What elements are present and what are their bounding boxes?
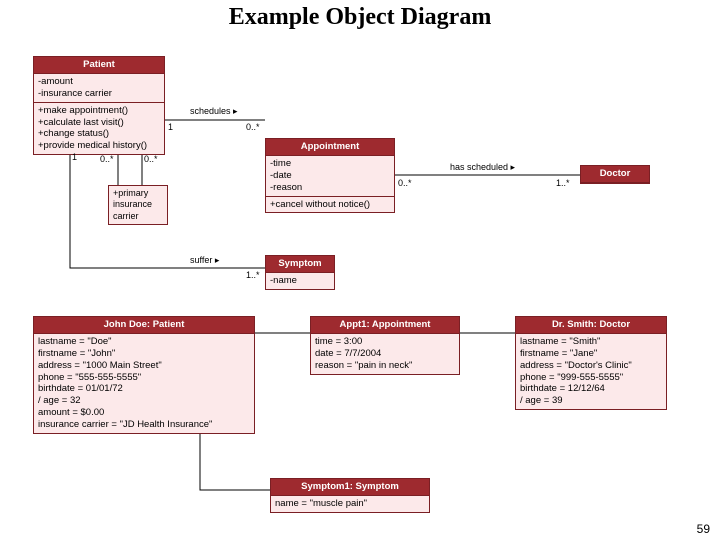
object-appt1-slots: time = 3:00 date = 7/7/2004 reason = "pa… [311, 334, 459, 374]
class-doctor: Doctor [580, 165, 650, 184]
object-symptom1-name: Symptom1: Symptom [271, 479, 429, 496]
class-appointment-name: Appointment [266, 139, 394, 156]
page-title: Example Object Diagram [0, 4, 720, 31]
class-symptom-name: Symptom [266, 256, 334, 273]
mult-primary-left: 0..* [100, 154, 114, 164]
insurance-carrier-box: +primary insurance carrier [108, 185, 168, 225]
mult-has-scheduled-right: 1..* [556, 178, 570, 188]
object-john-doe-slots: lastname = "Doe" firstname = "John" addr… [34, 334, 254, 433]
assoc-has-scheduled: has scheduled ▸ [450, 162, 515, 173]
page-number: 59 [697, 522, 710, 536]
class-doctor-name: Doctor [581, 166, 649, 183]
class-patient-ops: +make appointment() +calculate last visi… [34, 102, 164, 155]
class-appointment: Appointment -time -date -reason +cancel … [265, 138, 395, 213]
object-appt1-name: Appt1: Appointment [311, 317, 459, 334]
mult-schedules-left: 1 [168, 122, 173, 132]
insurance-carrier-label: +primary insurance carrier [113, 188, 163, 222]
object-dr-smith-slots: lastname = "Smith" firstname = "Jane" ad… [516, 334, 666, 409]
class-patient-name: Patient [34, 57, 164, 74]
class-symptom: Symptom -name [265, 255, 335, 290]
class-symptom-attrs: -name [266, 273, 334, 289]
assoc-schedules: schedules ▸ [190, 106, 238, 117]
mult-primary-right: 0..* [144, 154, 158, 164]
mult-suffer-top: 1 [72, 152, 77, 162]
object-symptom1: Symptom1: Symptom name = "muscle pain" [270, 478, 430, 513]
mult-suffer-right: 1..* [246, 270, 260, 280]
object-dr-smith: Dr. Smith: Doctor lastname = "Smith" fir… [515, 316, 667, 410]
class-appointment-ops: +cancel without notice() [266, 196, 394, 213]
object-john-doe: John Doe: Patient lastname = "Doe" first… [33, 316, 255, 434]
object-symptom1-slots: name = "muscle pain" [271, 496, 429, 512]
assoc-suffer: suffer ▸ [190, 255, 219, 266]
class-patient-attrs: -amount -insurance carrier [34, 74, 164, 102]
object-john-doe-name: John Doe: Patient [34, 317, 254, 334]
class-patient: Patient -amount -insurance carrier +make… [33, 56, 165, 155]
mult-has-scheduled-left: 0..* [398, 178, 412, 188]
mult-schedules-right: 0..* [246, 122, 260, 132]
object-dr-smith-name: Dr. Smith: Doctor [516, 317, 666, 334]
object-appt1: Appt1: Appointment time = 3:00 date = 7/… [310, 316, 460, 375]
class-appointment-attrs: -time -date -reason [266, 156, 394, 196]
